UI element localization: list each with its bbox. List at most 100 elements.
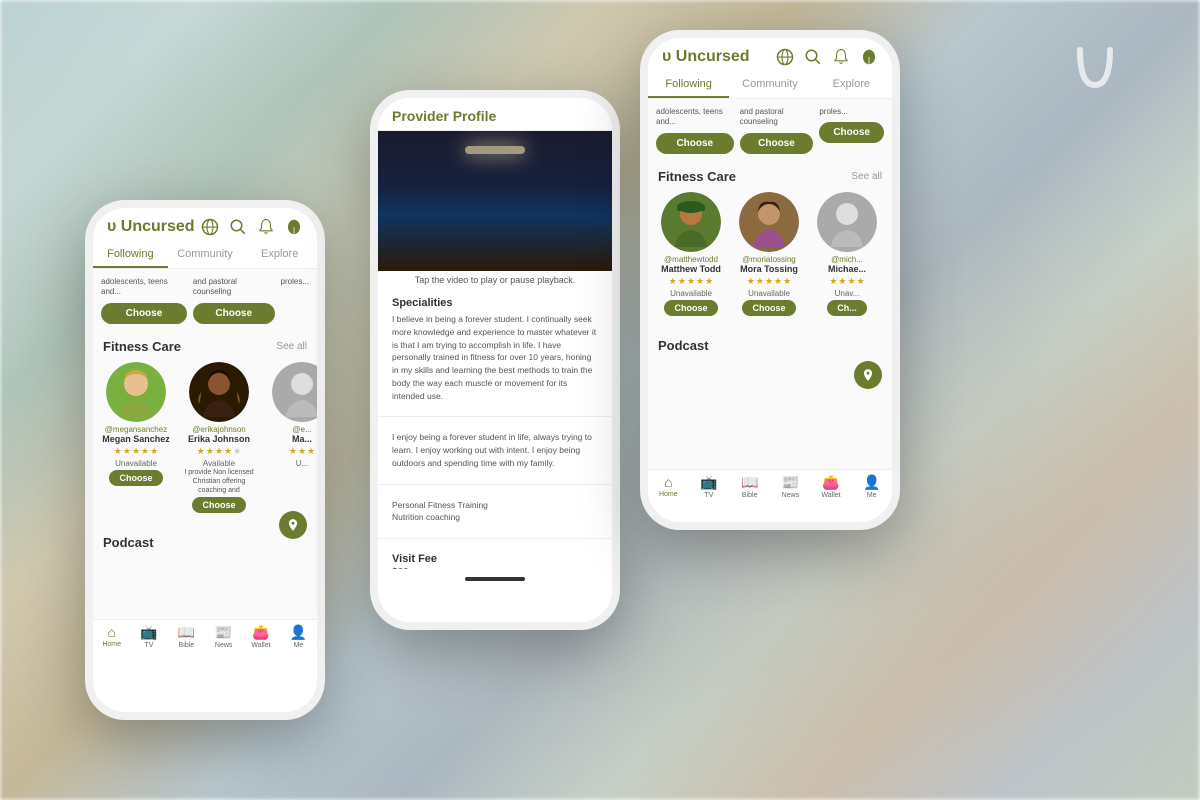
right-tab-explore[interactable]: Explore [811, 72, 892, 98]
middle-visit-fee: Visit Fee $60 [378, 545, 612, 569]
right-moria-choose[interactable]: Choose [742, 300, 795, 316]
right-nav-bible[interactable]: 📖 Bible [729, 474, 770, 499]
left-nav-bible[interactable]: 📖 Bible [168, 624, 205, 649]
search-icon[interactable] [229, 218, 247, 236]
right-moria-status: Unavailable [748, 289, 790, 298]
right-fitness-title: Fitness Care [658, 169, 736, 184]
right-matthew-status: Unavailable [670, 289, 712, 298]
left-header-icons [201, 218, 303, 236]
right-podcast-fab[interactable] [854, 361, 882, 389]
left-erika-stars: ★★★★★ [197, 446, 241, 457]
bell-icon[interactable] [257, 218, 275, 236]
right-avatar-moria[interactable] [739, 192, 799, 252]
middle-phone: Provider Profile [370, 90, 620, 630]
right-counsel-choose-1[interactable]: Choose [656, 133, 734, 154]
left-p3-stars: ★★★ [289, 446, 315, 457]
left-p3-status: U... [296, 459, 308, 468]
visit-fee-title: Visit Fee [392, 553, 598, 565]
left-erika-desc: I provide Non licensed Christian offerin… [182, 468, 257, 495]
left-content: adolescents, teens and... Choose and pas… [93, 269, 317, 619]
left-bottom-nav: ⌂ Home 📺 TV 📖 Bible 📰 News 👛 Wallet 👤 Me [93, 619, 317, 653]
middle-divider-1 [378, 416, 612, 417]
left-avatar-megan[interactable] [106, 362, 166, 422]
right-header-icons [776, 48, 878, 66]
left-nav-me[interactable]: 👤 Me [280, 624, 317, 649]
left-phone: ᴜ Uncursed Following Community Explore a… [85, 200, 325, 720]
left-phone-header: ᴜ Uncursed [93, 208, 317, 242]
left-fitness-title: Fitness Care [103, 339, 181, 354]
left-p3-name: Ma... [292, 434, 312, 444]
right-michael-status: Unav... [835, 289, 860, 298]
right-counsel-choose-2[interactable]: Choose [740, 133, 814, 154]
leaf-icon[interactable] [285, 218, 303, 236]
right-michael-choose[interactable]: Ch... [827, 300, 867, 316]
left-erika-name: Erika Johnson [188, 434, 250, 444]
right-phone: ᴜ Uncursed Following Community Explore a… [640, 30, 900, 530]
right-matthew-handle: @matthewtodd [664, 255, 718, 264]
left-counseling-row: adolescents, teens and... Choose and pas… [93, 273, 317, 331]
right-nav-me[interactable]: 👤 Me [851, 474, 892, 499]
left-megan-choose[interactable]: Choose [109, 470, 162, 486]
right-tab-community[interactable]: Community [729, 72, 810, 98]
left-provider-row: @megansanchez Megan Sanchez ★★★★★ Unavai… [93, 358, 317, 519]
left-podcast-fab[interactable] [279, 511, 307, 539]
left-provider-3: @e... Ma... ★★★ U... [267, 362, 317, 515]
left-megan-stars: ★★★★★ [114, 446, 158, 457]
left-tab-explore[interactable]: Explore [242, 242, 317, 268]
left-nav-wallet[interactable]: 👛 Wallet [242, 624, 279, 649]
left-provider-erika: @erikajohnson Erika Johnson ★★★★★ Availa… [179, 362, 259, 515]
right-moria-stars: ★★★★★ [747, 276, 791, 287]
right-provider-row: @matthewtodd Matthew Todd ★★★★★ Unavaila… [648, 188, 892, 322]
left-nav-tv[interactable]: 📺 TV [130, 624, 167, 649]
right-avatar-michael[interactable] [817, 192, 877, 252]
left-nav-home[interactable]: ⌂ Home [93, 624, 130, 649]
middle-bio: I enjoy being a forever student in life,… [378, 423, 612, 477]
right-nav-wallet[interactable]: 👛 Wallet [811, 474, 852, 499]
left-megan-name: Megan Sanchez [102, 434, 170, 444]
left-see-all[interactable]: See all [276, 341, 307, 352]
left-avatar-erika[interactable] [189, 362, 249, 422]
left-erika-choose[interactable]: Choose [192, 497, 245, 513]
right-nav-home[interactable]: ⌂ Home [648, 474, 689, 499]
left-tab-community[interactable]: Community [168, 242, 243, 268]
left-p3-handle: @e... [292, 425, 311, 434]
right-counsel-choose-3[interactable]: Choose [819, 122, 884, 143]
right-bottom-nav: ⌂ Home 📺 TV 📖 Bible 📰 News 👛 Wallet 👤 Me [648, 469, 892, 503]
left-avatar-3[interactable] [272, 362, 317, 422]
right-avatar-matthew[interactable] [661, 192, 721, 252]
right-matthew-choose[interactable]: Choose [664, 300, 717, 316]
left-fitness-header: Fitness Care See all [93, 331, 317, 358]
left-tab-following[interactable]: Following [93, 242, 168, 268]
middle-divider-2 [378, 484, 612, 485]
right-counseling-row: adolescents, teens and... Choose and pas… [648, 103, 892, 161]
right-globe-icon[interactable] [776, 48, 794, 66]
service-1: Personal Fitness Training [392, 499, 598, 512]
right-phone-header: ᴜ Uncursed [648, 38, 892, 72]
right-michael-name: Michae... [828, 264, 866, 274]
left-podcast-title: Podcast [103, 535, 154, 550]
right-podcast-title: Podcast [658, 338, 709, 353]
right-leaf-icon[interactable] [860, 48, 878, 66]
left-counsel-choose-2[interactable]: Choose [193, 303, 275, 324]
left-app-logo: ᴜ Uncursed [107, 218, 195, 236]
right-nav-news[interactable]: 📰 News [770, 474, 811, 499]
right-provider-matthew: @matthewtodd Matthew Todd ★★★★★ Unavaila… [656, 192, 726, 318]
middle-video[interactable] [378, 131, 612, 271]
left-counsel-2: and pastoral counseling Choose [193, 277, 275, 327]
left-counsel-1: adolescents, teens and... Choose [101, 277, 187, 327]
middle-services: Personal Fitness Training Nutrition coac… [378, 491, 612, 533]
left-erika-status: Available [203, 459, 235, 468]
right-see-all[interactable]: See all [851, 171, 882, 182]
right-search-icon[interactable] [804, 48, 822, 66]
middle-scroll: Specialities I believe in being a foreve… [378, 289, 612, 569]
right-bell-icon[interactable] [832, 48, 850, 66]
globe-icon[interactable] [201, 218, 219, 236]
left-provider-megan: @megansanchez Megan Sanchez ★★★★★ Unavai… [101, 362, 171, 515]
right-provider-michael: @mich... Michae... ★★★★ Unav... Ch... [812, 192, 882, 318]
left-nav-news[interactable]: 📰 News [205, 624, 242, 649]
right-tab-following[interactable]: Following [648, 72, 729, 98]
specialities-text: I believe in being a forever student. I … [392, 313, 598, 402]
left-counsel-choose-1[interactable]: Choose [101, 303, 187, 324]
right-nav-tv[interactable]: 📺 TV [689, 474, 730, 499]
right-counsel-2: and pastoral counseling Choose [740, 107, 814, 157]
